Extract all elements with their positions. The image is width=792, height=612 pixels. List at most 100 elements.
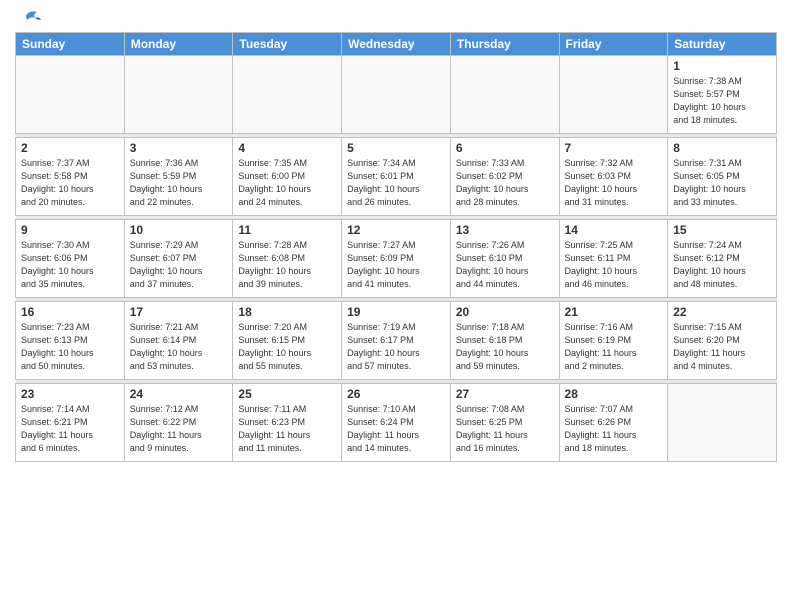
day-info: Sunrise: 7:30 AM Sunset: 6:06 PM Dayligh…	[21, 239, 119, 291]
table-row: 24 Sunrise: 7:12 AM Sunset: 6:22 PM Dayli…	[124, 384, 233, 462]
page-container: Sunday Monday Tuesday Wednesday Thursday…	[0, 0, 792, 472]
table-row: 18 Sunrise: 7:20 AM Sunset: 6:15 PM Dayli…	[233, 302, 342, 380]
calendar-week-row: 1 Sunrise: 7:38 AM Sunset: 5:57 PM Daylig…	[16, 56, 777, 134]
logo-bird-icon	[19, 10, 41, 28]
table-row: 2Sunrise: 7:37 AM Sunset: 5:58 PM Daylig…	[16, 138, 125, 216]
table-row: 9 Sunrise: 7:30 AM Sunset: 6:06 PM Daylig…	[16, 220, 125, 298]
calendar-week-row: 23 Sunrise: 7:14 AM Sunset: 6:21 PM Dayli…	[16, 384, 777, 462]
day-number: 25	[238, 387, 336, 401]
day-info: Sunrise: 7:27 AM Sunset: 6:09 PM Dayligh…	[347, 239, 445, 291]
day-info: Sunrise: 7:19 AM Sunset: 6:17 PM Dayligh…	[347, 321, 445, 373]
header-sunday: Sunday	[16, 33, 125, 56]
day-number: 27	[456, 387, 554, 401]
table-row: 8 Sunrise: 7:31 AM Sunset: 6:05 PM Daylig…	[668, 138, 777, 216]
day-info: Sunrise: 7:08 AM Sunset: 6:25 PM Dayligh…	[456, 403, 554, 455]
day-info: Sunrise: 7:07 AM Sunset: 6:26 PM Dayligh…	[565, 403, 663, 455]
day-number: 4	[238, 141, 336, 155]
day-number: 17	[130, 305, 228, 319]
table-row: 5 Sunrise: 7:34 AM Sunset: 6:01 PM Daylig…	[342, 138, 451, 216]
day-number: 18	[238, 305, 336, 319]
calendar-week-row: 9 Sunrise: 7:30 AM Sunset: 6:06 PM Daylig…	[16, 220, 777, 298]
day-number: 1	[673, 59, 771, 73]
header-wednesday: Wednesday	[342, 33, 451, 56]
day-number: 5	[347, 141, 445, 155]
table-row: 25 Sunrise: 7:11 AM Sunset: 6:23 PM Dayli…	[233, 384, 342, 462]
day-info: Sunrise: 7:15 AM Sunset: 6:20 PM Dayligh…	[673, 321, 771, 373]
table-row: 11 Sunrise: 7:28 AM Sunset: 6:08 PM Dayli…	[233, 220, 342, 298]
day-number: 14	[565, 223, 663, 237]
table-row: 23 Sunrise: 7:14 AM Sunset: 6:21 PM Dayli…	[16, 384, 125, 462]
calendar-table: Sunday Monday Tuesday Wednesday Thursday…	[15, 32, 777, 462]
day-number: 8	[673, 141, 771, 155]
day-info: Sunrise: 7:35 AM Sunset: 6:00 PM Dayligh…	[238, 157, 336, 209]
day-info: Sunrise: 7:25 AM Sunset: 6:11 PM Dayligh…	[565, 239, 663, 291]
day-info: Sunrise: 7:24 AM Sunset: 6:12 PM Dayligh…	[673, 239, 771, 291]
table-row: 22 Sunrise: 7:15 AM Sunset: 6:20 PM Dayli…	[668, 302, 777, 380]
table-row	[668, 384, 777, 462]
header-thursday: Thursday	[450, 33, 559, 56]
day-number: 9	[21, 223, 119, 237]
day-info: Sunrise: 7:14 AM Sunset: 6:21 PM Dayligh…	[21, 403, 119, 455]
day-number: 3	[130, 141, 228, 155]
table-row: 27 Sunrise: 7:08 AM Sunset: 6:25 PM Dayli…	[450, 384, 559, 462]
table-row: 4 Sunrise: 7:35 AM Sunset: 6:00 PM Daylig…	[233, 138, 342, 216]
day-info: Sunrise: 7:18 AM Sunset: 6:18 PM Dayligh…	[456, 321, 554, 373]
day-info: Sunrise: 7:37 AM Sunset: 5:58 PM Dayligh…	[21, 157, 119, 209]
day-number: 23	[21, 387, 119, 401]
day-info: Sunrise: 7:20 AM Sunset: 6:15 PM Dayligh…	[238, 321, 336, 373]
table-row: 19 Sunrise: 7:19 AM Sunset: 6:17 PM Dayli…	[342, 302, 451, 380]
table-row: 10Sunrise: 7:29 AM Sunset: 6:07 PM Dayli…	[124, 220, 233, 298]
day-number: 15	[673, 223, 771, 237]
day-number: 13	[456, 223, 554, 237]
day-info: Sunrise: 7:36 AM Sunset: 5:59 PM Dayligh…	[130, 157, 228, 209]
day-info: Sunrise: 7:28 AM Sunset: 6:08 PM Dayligh…	[238, 239, 336, 291]
day-info: Sunrise: 7:21 AM Sunset: 6:14 PM Dayligh…	[130, 321, 228, 373]
table-row: 3 Sunrise: 7:36 AM Sunset: 5:59 PM Daylig…	[124, 138, 233, 216]
header-friday: Friday	[559, 33, 668, 56]
day-number: 6	[456, 141, 554, 155]
day-number: 11	[238, 223, 336, 237]
day-number: 21	[565, 305, 663, 319]
day-info: Sunrise: 7:23 AM Sunset: 6:13 PM Dayligh…	[21, 321, 119, 373]
day-info: Sunrise: 7:10 AM Sunset: 6:24 PM Dayligh…	[347, 403, 445, 455]
day-number: 26	[347, 387, 445, 401]
day-number: 12	[347, 223, 445, 237]
day-info: Sunrise: 7:12 AM Sunset: 6:22 PM Dayligh…	[130, 403, 228, 455]
weekday-header-row: Sunday Monday Tuesday Wednesday Thursday…	[16, 33, 777, 56]
table-row	[559, 56, 668, 134]
day-info: Sunrise: 7:11 AM Sunset: 6:23 PM Dayligh…	[238, 403, 336, 455]
table-row: 16 Sunrise: 7:23 AM Sunset: 6:13 PM Dayli…	[16, 302, 125, 380]
day-number: 19	[347, 305, 445, 319]
day-info: Sunrise: 7:26 AM Sunset: 6:10 PM Dayligh…	[456, 239, 554, 291]
day-number: 20	[456, 305, 554, 319]
table-row: 17 Sunrise: 7:21 AM Sunset: 6:14 PM Dayli…	[124, 302, 233, 380]
header-tuesday: Tuesday	[233, 33, 342, 56]
table-row: 21 Sunrise: 7:16 AM Sunset: 6:19 PM Dayli…	[559, 302, 668, 380]
table-row: 20 Sunrise: 7:18 AM Sunset: 6:18 PM Dayli…	[450, 302, 559, 380]
day-number: 28	[565, 387, 663, 401]
day-number: 16	[21, 305, 119, 319]
day-info: Sunrise: 7:38 AM Sunset: 5:57 PM Dayligh…	[673, 75, 771, 127]
day-info: Sunrise: 7:31 AM Sunset: 6:05 PM Dayligh…	[673, 157, 771, 209]
day-number: 24	[130, 387, 228, 401]
day-number: 10	[130, 223, 228, 237]
header-saturday: Saturday	[668, 33, 777, 56]
table-row: 14 Sunrise: 7:25 AM Sunset: 6:11 PM Dayli…	[559, 220, 668, 298]
table-row: 6Sunrise: 7:33 AM Sunset: 6:02 PM Daylig…	[450, 138, 559, 216]
day-number: 22	[673, 305, 771, 319]
table-row: 1 Sunrise: 7:38 AM Sunset: 5:57 PM Daylig…	[668, 56, 777, 134]
table-row	[233, 56, 342, 134]
table-row: 15 Sunrise: 7:24 AM Sunset: 6:12 PM Dayli…	[668, 220, 777, 298]
table-row: 28 Sunrise: 7:07 AM Sunset: 6:26 PM Dayli…	[559, 384, 668, 462]
table-row: 7Sunrise: 7:32 AM Sunset: 6:03 PM Daylig…	[559, 138, 668, 216]
table-row	[16, 56, 125, 134]
day-info: Sunrise: 7:32 AM Sunset: 6:03 PM Dayligh…	[565, 157, 663, 209]
logo	[15, 10, 41, 24]
day-info: Sunrise: 7:16 AM Sunset: 6:19 PM Dayligh…	[565, 321, 663, 373]
table-row	[124, 56, 233, 134]
day-info: Sunrise: 7:34 AM Sunset: 6:01 PM Dayligh…	[347, 157, 445, 209]
table-row: 13 Sunrise: 7:26 AM Sunset: 6:10 PM Dayli…	[450, 220, 559, 298]
table-row: 12 Sunrise: 7:27 AM Sunset: 6:09 PM Dayli…	[342, 220, 451, 298]
header-monday: Monday	[124, 33, 233, 56]
table-row	[342, 56, 451, 134]
